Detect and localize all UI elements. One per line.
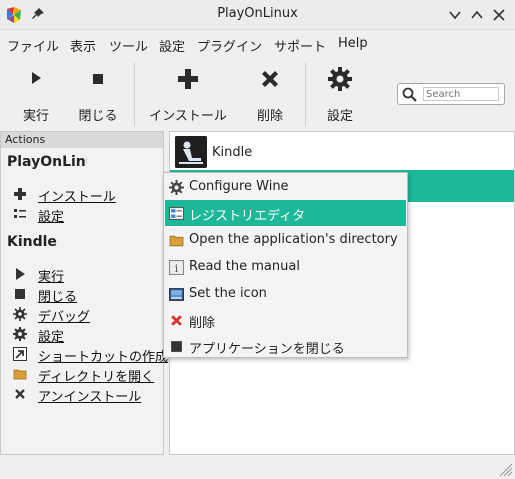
info-icon: i	[169, 260, 184, 275]
menu-registry-editor-label: レジストリエディタ	[189, 209, 306, 224]
delete-x-icon	[262, 71, 278, 87]
menu-close-application-label: アプリケーションを閉じる	[189, 342, 345, 357]
menu-remove[interactable]: 削除	[165, 307, 406, 333]
action-run-label: 実行	[38, 270, 65, 285]
menu-settings[interactable]: 設定	[159, 36, 185, 55]
action-install-label: インストール	[38, 190, 116, 205]
play-icon	[16, 268, 25, 280]
action-uninstall-label: アンインストール	[38, 390, 142, 405]
app-row-kindle[interactable]: Kindle	[170, 132, 514, 170]
search-icon	[402, 87, 417, 102]
action-close-label: 閉じる	[38, 290, 78, 305]
title-bar: PlayOnLinux	[0, 0, 515, 30]
settings-button[interactable]: 設定	[315, 58, 365, 128]
registry-editor-icon	[169, 207, 184, 220]
folder-icon	[13, 369, 27, 380]
gear-icon	[13, 327, 27, 341]
menu-configure-wine-label: Configure Wine	[189, 179, 289, 194]
app-section-title: Kindle	[7, 234, 57, 250]
action-settings-label: 設定	[38, 210, 65, 225]
action-debug-label: デバッグ	[38, 310, 91, 325]
gear-icon	[328, 67, 352, 91]
menu-help[interactable]: Help	[338, 36, 368, 51]
menu-read-manual[interactable]: i Read the manual	[165, 254, 406, 280]
search-input[interactable]	[423, 87, 499, 101]
action-open-directory-label: ディレクトリを開く	[38, 370, 155, 385]
close-window-icon[interactable]	[490, 6, 508, 24]
menu-registry-editor[interactable]: レジストリエディタ	[165, 200, 406, 226]
maximize-icon[interactable]	[468, 6, 486, 24]
remove-button[interactable]: 削除	[245, 58, 295, 128]
install-label: インストール	[149, 109, 227, 124]
toolbar-separator	[134, 62, 135, 126]
shortcut-arrow-icon	[13, 347, 27, 361]
image-icon	[169, 288, 184, 301]
menu-read-manual-label: Read the manual	[189, 259, 300, 274]
window-title: PlayOnLinux	[217, 6, 298, 21]
stop-icon	[15, 289, 25, 299]
plus-icon	[178, 69, 198, 89]
search-box	[397, 83, 505, 105]
play-icon	[32, 72, 41, 84]
menu-support[interactable]: サポート	[274, 36, 326, 55]
actions-header: Actions	[1, 132, 163, 148]
plus-icon	[14, 188, 26, 200]
run-label: 実行	[22, 109, 49, 124]
stop-icon	[171, 341, 182, 352]
kindle-app-icon	[175, 136, 207, 168]
menu-set-icon-label: Set the icon	[189, 286, 267, 301]
menu-open-directory-label: Open the application's directory	[189, 232, 398, 247]
folder-icon	[169, 235, 184, 247]
menu-set-icon[interactable]: Set the icon	[165, 281, 406, 307]
menu-view[interactable]: 表示	[70, 36, 96, 55]
toolbar: 実行 閉じる インストール 削除 設定 Search	[0, 58, 515, 130]
menu-open-directory[interactable]: Open the application's directory	[165, 227, 406, 253]
stop-icon	[93, 74, 103, 84]
install-button[interactable]: インストール	[143, 58, 233, 128]
menu-close-application[interactable]: アプリケーションを閉じる	[165, 333, 406, 359]
menu-tools[interactable]: ツール	[109, 36, 148, 55]
settings-label: 設定	[326, 109, 353, 124]
playonlinux-section-title: PlayOnLinux	[7, 154, 87, 170]
resize-grip-icon[interactable]	[495, 459, 513, 477]
svg-text:i: i	[175, 262, 179, 275]
actions-panel: Actions PlayOnLinux インストール 設定 Kindle 実行 …	[0, 131, 168, 455]
close-app-label: 閉じる	[78, 109, 118, 124]
delete-x-icon	[15, 389, 25, 399]
debug-gear-icon	[13, 307, 27, 321]
minimize-icon[interactable]	[446, 6, 464, 24]
context-menu: Configure Wine レジストリエディタ Open the applic…	[163, 172, 408, 358]
menu-file[interactable]: ファイル	[7, 36, 59, 55]
action-config-label: 設定	[38, 330, 65, 345]
menu-bar: ファイル 表示 ツール 設定 プラグイン サポート Help	[0, 31, 515, 57]
red-x-icon	[171, 315, 182, 326]
remove-label: 削除	[256, 109, 283, 124]
menu-remove-label: 削除	[189, 316, 216, 331]
menu-configure-wine[interactable]: Configure Wine	[165, 174, 406, 200]
gear-icon	[169, 180, 184, 195]
close-app-button[interactable]: 閉じる	[72, 58, 124, 128]
run-button[interactable]: 実行	[10, 58, 62, 128]
action-shortcut-label: ショートカットの作成	[38, 350, 169, 365]
app-name: Kindle	[212, 145, 253, 160]
list-settings-icon	[14, 209, 26, 218]
toolbar-separator	[305, 62, 306, 126]
menu-plugins[interactable]: プラグイン	[197, 36, 262, 55]
